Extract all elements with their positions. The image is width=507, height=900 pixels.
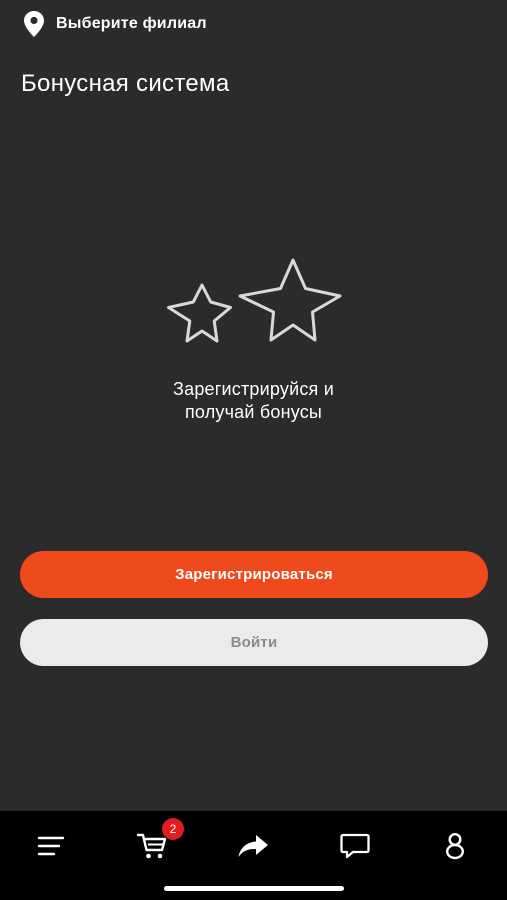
branch-selector-label: Выберите филиал xyxy=(56,15,207,32)
location-pin-icon xyxy=(24,11,44,37)
large-star-icon xyxy=(238,258,342,342)
promo-line-2: получай бонусы xyxy=(184,402,323,422)
tab-chat[interactable] xyxy=(330,821,380,871)
tab-menu[interactable] xyxy=(26,821,76,871)
small-star-icon xyxy=(167,283,232,343)
tab-share[interactable] xyxy=(228,821,278,871)
profile-icon xyxy=(445,832,465,860)
register-button[interactable]: Зарегистрироваться xyxy=(20,551,488,598)
tab-profile[interactable] xyxy=(430,821,480,871)
page-title: Бонусная система xyxy=(21,70,230,97)
menu-icon xyxy=(37,836,65,856)
login-button[interactable]: Войти xyxy=(20,619,488,666)
chat-icon xyxy=(340,833,370,859)
stars-icon xyxy=(167,258,342,343)
cart-icon xyxy=(137,833,167,859)
promo-line-1: Зарегистрируйся и xyxy=(173,379,334,399)
cart-count-badge: 2 xyxy=(162,818,184,840)
home-indicator[interactable] xyxy=(164,886,344,891)
promo-text: Зарегистрируйся и получай бонусы xyxy=(0,378,507,424)
branch-selector[interactable]: Выберите филиал xyxy=(24,10,207,38)
share-icon xyxy=(238,835,268,857)
